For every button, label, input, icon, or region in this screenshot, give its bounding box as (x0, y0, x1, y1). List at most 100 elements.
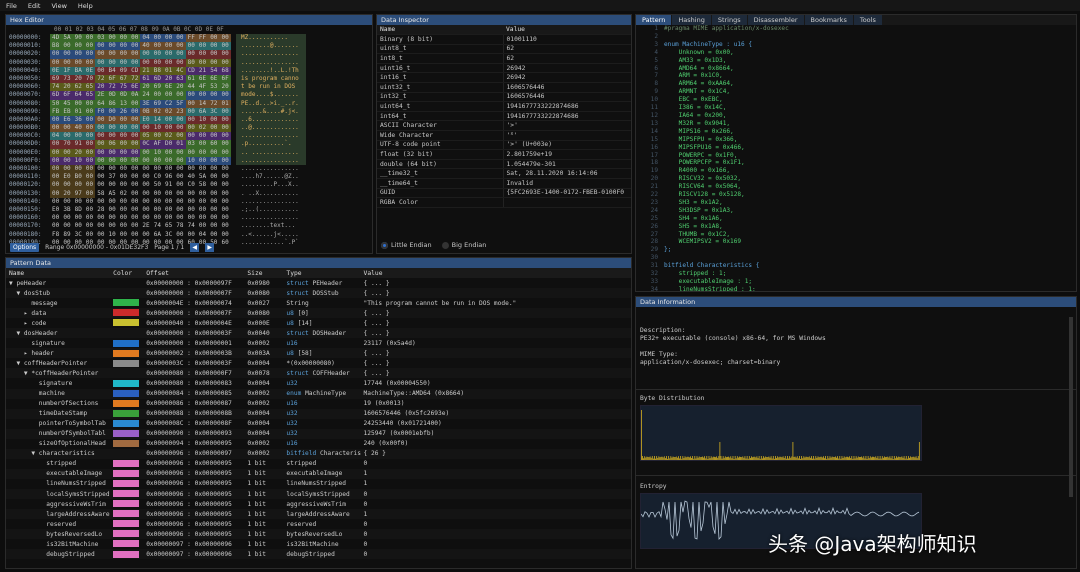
hex-byte[interactable]: 72 (129, 74, 141, 84)
pattern-name[interactable]: ▼ coffHeaderPointer (6, 358, 110, 368)
hex-bytes[interactable]: F8 89 3C 00 00 10 00 00 00 6A 3C 00 00 04 00 00 (50, 231, 236, 239)
hex-byte[interactable]: 20 (72, 74, 84, 84)
hex-byte[interactable]: 91 (72, 140, 84, 149)
hex-byte[interactable]: 00 (185, 91, 197, 100)
hex-byte[interactable]: 00 (219, 231, 230, 239)
hex-byte[interactable]: 00 (174, 91, 186, 100)
hex-byte[interactable]: 00 (208, 115, 220, 125)
hex-byte[interactable]: 64 (95, 99, 107, 108)
hex-byte[interactable]: 21 (196, 66, 209, 75)
hex-byte[interactable]: 02 (118, 190, 129, 198)
hex-byte[interactable]: 00 (197, 165, 208, 173)
pattern-row[interactable]: ▼ dosStub 0x00000000 : 0x0000007F 0x0080 st… (6, 288, 631, 299)
hex-byte[interactable]: 00 (129, 198, 140, 206)
hex-byte[interactable]: 00 (61, 156, 73, 165)
hex-byte[interactable]: 00 (197, 198, 208, 206)
hex-byte[interactable]: D0 (162, 140, 175, 149)
hex-byte[interactable]: 4D (50, 34, 62, 43)
hex-byte[interactable]: 00 (196, 140, 209, 149)
hex-bytes[interactable]: 00 00 00 00 00 00 00 00 00 00 00 00 00 00 00 00 (50, 214, 236, 222)
pattern-name[interactable]: ▼ peHeader (6, 278, 110, 288)
hex-byte[interactable]: 00 (95, 140, 107, 149)
pattern-row[interactable]: message 0x0000004E : 0x00000074 0x0027 Str… (6, 298, 631, 308)
pattern-row[interactable]: ▼ peHeader 0x00000000 : 0x0000097F 0x0980 s… (6, 278, 631, 288)
hex-byte[interactable]: 00 (95, 222, 106, 230)
hex-byte[interactable]: 60 (208, 140, 220, 149)
hex-bytes[interactable]: 00 70 91 00 00 06 00 00 0C AF D0 01 03 00 60 00 (50, 140, 236, 149)
pattern-header-type[interactable]: Type (283, 268, 361, 278)
menu-item-help[interactable]: Help (78, 2, 93, 10)
inspector-row[interactable]: int64_t 1941677733222874686 (377, 111, 631, 122)
tab-tools[interactable]: Tools (853, 15, 882, 25)
next-page-icon[interactable]: ▶ (205, 242, 215, 252)
hex-byte[interactable]: 00 (219, 214, 230, 222)
hex-byte[interactable]: 00 (50, 115, 62, 125)
hex-byte[interactable]: 00 (219, 206, 230, 214)
hex-rows[interactable]: 00000000: 4D 5A 90 00 03 00 00 00 04 00 00 00 FF FF 00 0… (6, 34, 372, 247)
hex-byte[interactable]: 00 (95, 165, 106, 173)
inspector-row[interactable]: uint16_t 26942 (377, 63, 631, 74)
hex-byte[interactable]: 00 (163, 206, 174, 214)
hex-byte[interactable]: 00 (106, 148, 118, 157)
hex-byte[interactable]: 10 (106, 231, 117, 239)
hex-byte[interactable]: 00 (83, 34, 96, 43)
hex-byte[interactable]: 00 (95, 214, 106, 222)
hex-byte[interactable]: 00 (50, 58, 62, 67)
hex-byte[interactable]: 45 (61, 99, 73, 108)
hex-bytes[interactable]: 00 00 00 00 00 00 00 00 00 50 91 00 C0 58 00 00 (50, 181, 236, 190)
hex-byte[interactable]: 75 (117, 83, 130, 92)
hex-byte[interactable]: 00 (129, 99, 141, 108)
hex-byte[interactable]: 20 (72, 148, 84, 157)
pattern-name[interactable]: lineNumsStripped (6, 479, 110, 489)
hex-byte[interactable]: 2E (140, 222, 151, 230)
hex-byte[interactable]: 00 (129, 231, 140, 239)
hex-byte[interactable]: 00 (174, 173, 185, 181)
hex-byte[interactable]: 00 (185, 50, 197, 59)
hex-byte[interactable]: 05 (140, 132, 152, 141)
hex-byte[interactable]: 00 (163, 165, 174, 173)
hex-byte[interactable]: 00 (118, 206, 129, 214)
hex-byte[interactable]: 13 (117, 99, 130, 108)
hex-byte[interactable]: 74 (186, 222, 197, 230)
inspector-row[interactable]: Binary (8 bit) 01001110 (377, 34, 631, 45)
hex-byte[interactable]: 00 (106, 42, 118, 51)
options-button[interactable]: Options (10, 242, 40, 252)
hex-byte[interactable]: 00 (219, 91, 231, 100)
hex-byte[interactable]: 00 (50, 148, 62, 157)
hex-byte[interactable]: 65 (83, 91, 96, 100)
hex-byte[interactable]: 00 (196, 148, 209, 157)
hex-byte[interactable]: 00 (140, 124, 152, 133)
hex-byte[interactable]: 00 (152, 190, 163, 198)
pattern-row[interactable]: ▸ code 0x00000040 : 0x0000004E 0x000E u8 [1… (6, 318, 631, 328)
hex-byte[interactable]: 5A (61, 34, 73, 43)
hex-byte[interactable]: 74 (50, 83, 62, 92)
hex-byte[interactable]: 64 (72, 91, 84, 100)
hex-byte[interactable]: 00 (95, 50, 107, 59)
inspector-row[interactable]: int16_t 26942 (377, 72, 631, 84)
hex-byte[interactable]: 4C (174, 66, 186, 75)
hex-byte[interactable]: 6A (152, 231, 163, 239)
hex-byte[interactable]: 00 (84, 198, 95, 206)
hex-byte[interactable]: 26 (117, 107, 130, 116)
hex-byte[interactable]: 86 (106, 99, 118, 108)
hex-byte[interactable]: 00 (152, 165, 163, 173)
hex-byte[interactable]: B0 (72, 173, 84, 182)
pattern-name[interactable]: bytesReversedLo (6, 529, 110, 539)
hex-byte[interactable]: 00 (219, 42, 231, 51)
hex-byte[interactable]: 96 (163, 173, 174, 181)
hex-byte[interactable]: 00 (186, 165, 197, 173)
hex-byte[interactable]: 00 (219, 50, 231, 59)
hex-byte[interactable]: 00 (117, 124, 130, 133)
hex-byte[interactable]: 3C (208, 107, 220, 116)
hex-byte[interactable]: 00 (50, 198, 61, 206)
hex-byte[interactable]: 0D (106, 91, 118, 100)
hex-bytes[interactable]: 4D 5A 90 00 03 00 00 00 04 00 00 00 FF FF 00 00 (50, 34, 236, 43)
hex-byte[interactable]: 6E (129, 83, 141, 92)
hex-byte[interactable]: 3C (163, 231, 174, 239)
pattern-row[interactable]: ▼ coffHeaderPointer 0x0000003C : 0x000000… (6, 358, 631, 368)
hex-bytes[interactable]: 00 00 00 00 00 00 00 00 00 00 00 00 00 00 00 00 (50, 165, 236, 174)
pattern-name[interactable]: signature (6, 338, 110, 348)
hex-byte[interactable]: 00 (117, 34, 130, 43)
hex-byte[interactable]: 00 (106, 50, 118, 59)
hex-byte[interactable]: 00 (196, 58, 209, 67)
